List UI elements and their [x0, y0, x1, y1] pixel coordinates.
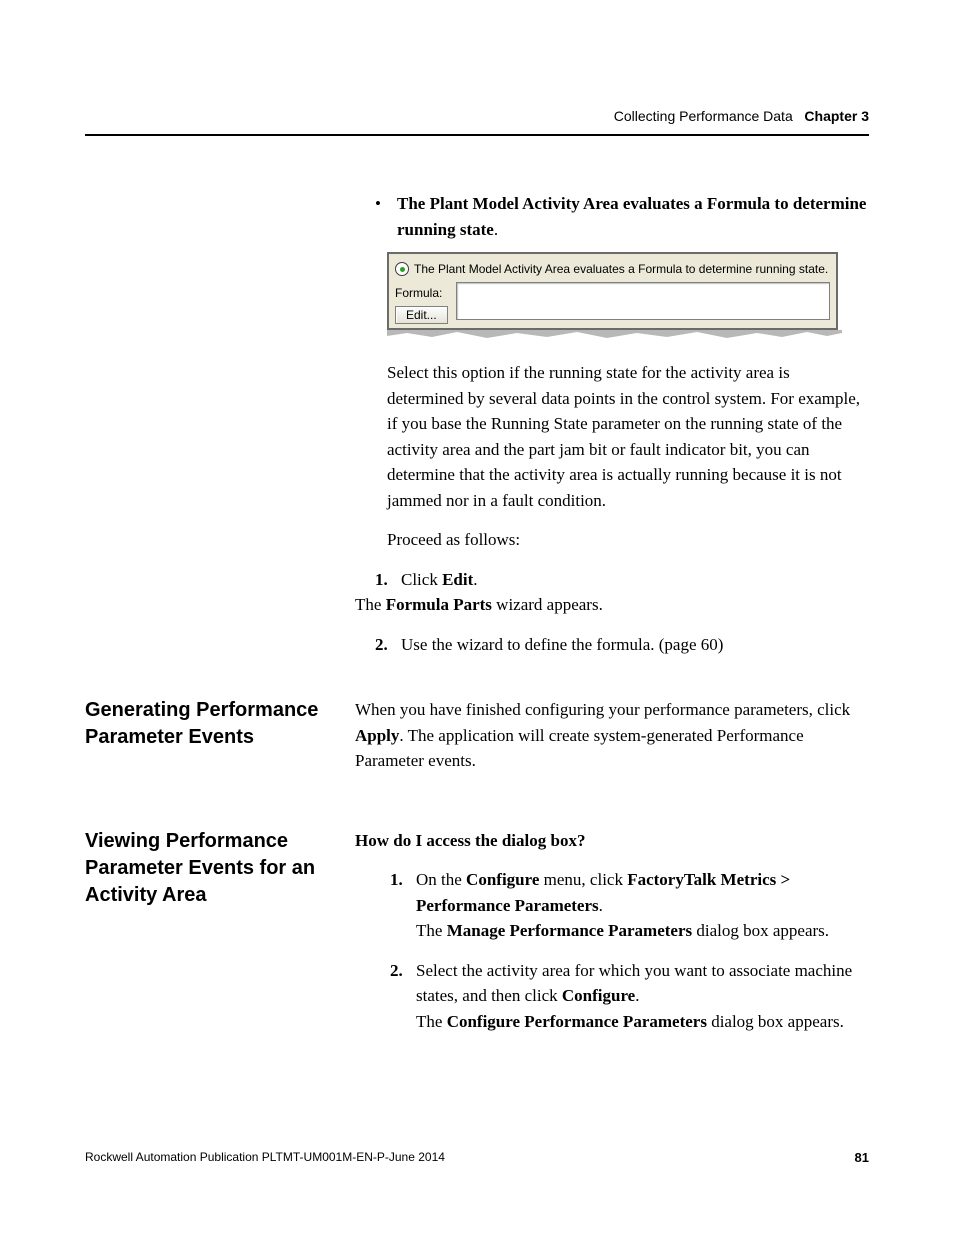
step-2: Use the wizard to define the formula. (p… — [401, 632, 869, 658]
edit-button[interactable]: Edit... — [395, 306, 448, 324]
header-section: Collecting Performance Data — [614, 108, 793, 124]
radio-selected-icon[interactable] — [395, 262, 409, 276]
running-header: Collecting Performance Data Chapter 3 — [85, 108, 869, 124]
view-step-2-result: The Configure Performance Parameters dia… — [416, 1009, 869, 1035]
step-1: Click Edit. — [401, 567, 869, 593]
step-number: 2. — [390, 958, 416, 1009]
page-number: 81 — [855, 1150, 869, 1165]
radio-label: The Plant Model Activity Area evaluates … — [414, 260, 828, 278]
gen-paragraph: When you have finished configuring your … — [355, 697, 869, 774]
header-rule — [85, 134, 869, 136]
option-description: Select this option if the running state … — [387, 360, 869, 513]
step-1-result: The Formula Parts wizard appears. — [355, 592, 869, 618]
header-chapter: Chapter 3 — [804, 108, 869, 124]
publication-id: Rockwell Automation Publication PLTMT-UM… — [85, 1150, 445, 1165]
view-step-1-result: The Manage Performance Parameters dialog… — [416, 918, 869, 944]
step-number: 1. — [375, 567, 401, 593]
view-step-1: On the Configure menu, click FactoryTalk… — [416, 867, 869, 918]
side-heading-generating: Generating Performance Parameter Events — [85, 697, 355, 751]
view-step-2: Select the activity area for which you w… — [416, 958, 869, 1009]
formula-label: Formula: — [395, 282, 448, 302]
page-footer: Rockwell Automation Publication PLTMT-UM… — [85, 1150, 869, 1165]
proceed-label: Proceed as follows: — [387, 527, 869, 553]
step-number: 2. — [375, 632, 401, 658]
side-heading-viewing: Viewing Performance Parameter Events for… — [85, 828, 355, 909]
bullet-glyph: • — [375, 191, 397, 242]
torn-edge-icon — [387, 330, 842, 340]
bullet-text: The Plant Model Activity Area evaluates … — [397, 191, 869, 242]
step-number: 1. — [390, 867, 416, 918]
how-do-i-heading: How do I access the dialog box? — [355, 828, 869, 854]
formula-input[interactable] — [456, 282, 830, 320]
formula-screenshot: The Plant Model Activity Area evaluates … — [387, 252, 842, 340]
